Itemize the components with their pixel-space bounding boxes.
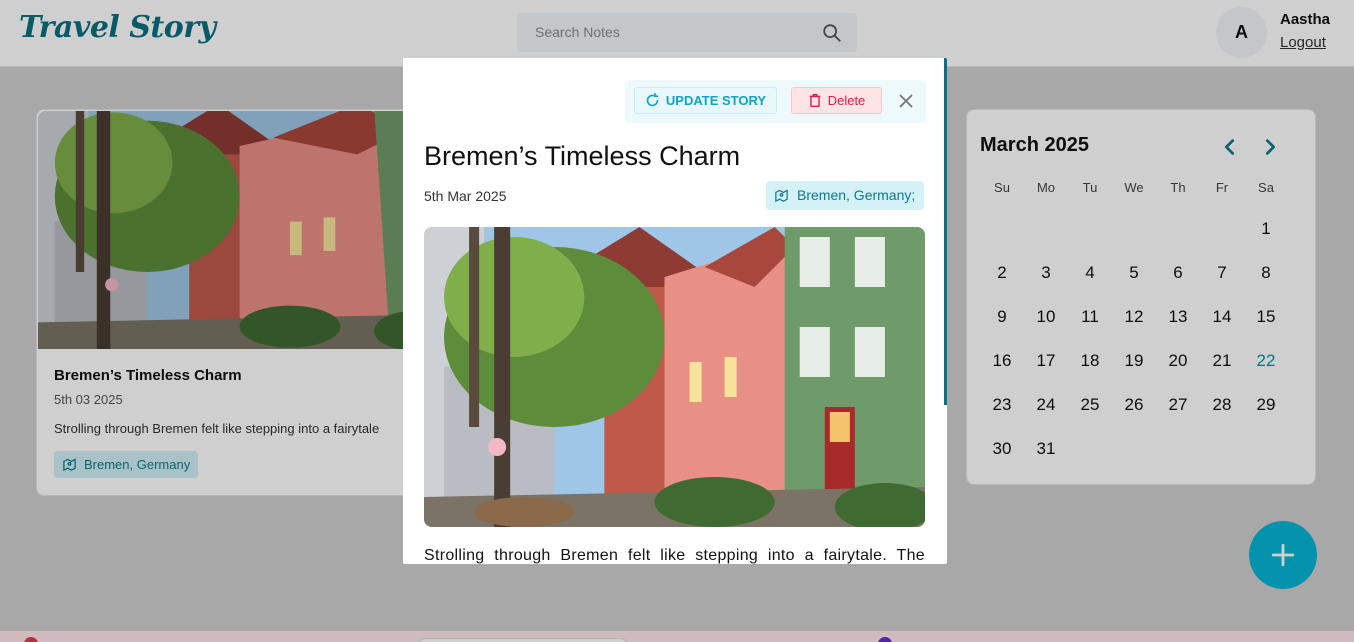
modal-scrollbar[interactable] <box>944 58 947 405</box>
modal-location-badge: Bremen, Germany; <box>766 181 925 210</box>
modal-story-text: Strolling through Bremen felt like stepp… <box>424 547 925 564</box>
modal-location: Bremen, Germany; <box>797 187 916 203</box>
map-icon <box>775 189 788 203</box>
modal-story-image <box>424 227 925 527</box>
update-story-label: UPDATE STORY <box>665 93 767 108</box>
update-story-button[interactable]: UPDATE STORY <box>634 87 777 114</box>
modal-story-title: Bremen’s Timeless Charm <box>424 141 741 171</box>
delete-label: Delete <box>827 93 866 108</box>
story-modal: UPDATE STORY Delete Bremen’s Timeless Ch… <box>403 58 947 564</box>
modal-story-date: 5th Mar 2025 <box>424 188 507 204</box>
close-icon[interactable] <box>895 90 917 112</box>
modal-action-bar: UPDATE STORY Delete <box>625 80 926 123</box>
trash-icon <box>809 93 820 108</box>
delete-button[interactable]: Delete <box>791 87 882 114</box>
refresh-icon <box>646 93 659 107</box>
